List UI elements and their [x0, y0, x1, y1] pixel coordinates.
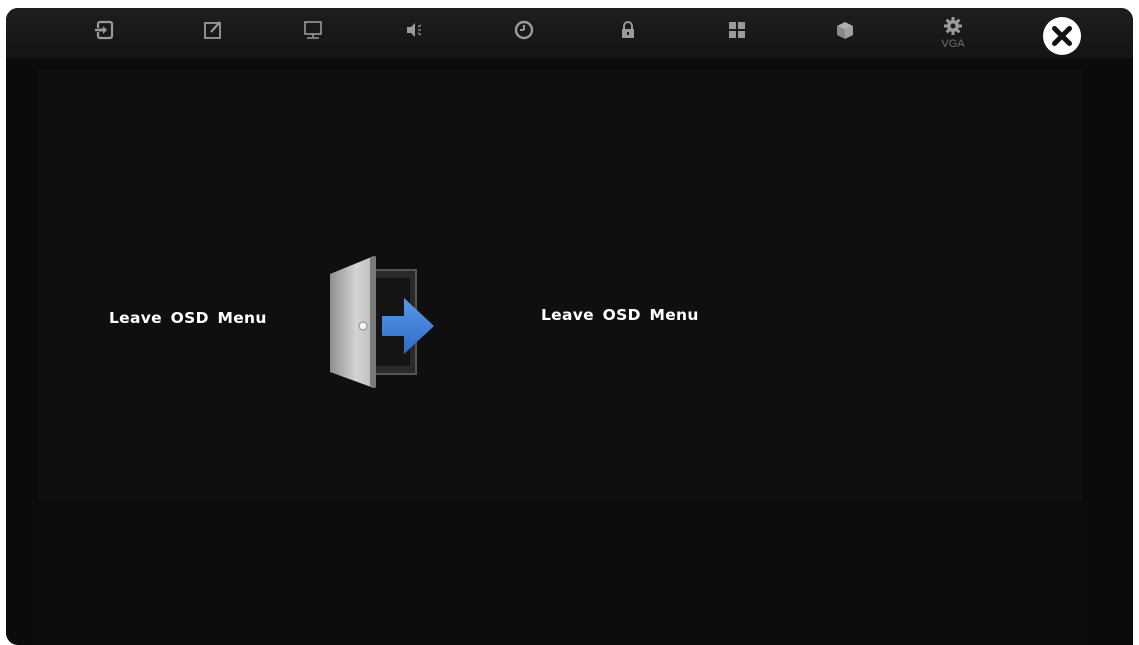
tab-clock[interactable]	[499, 8, 549, 58]
audio-icon	[407, 23, 422, 37]
edit-icon	[204, 21, 221, 39]
box-icon	[837, 22, 853, 39]
tab-audio[interactable]	[389, 8, 439, 58]
exit-door-icon	[322, 256, 434, 388]
grid-icon	[729, 22, 745, 38]
description-text: Leave OSD Menu	[541, 306, 699, 324]
close-icon	[1043, 17, 1081, 55]
tab-display[interactable]	[288, 8, 338, 58]
tab-input-source[interactable]	[79, 8, 129, 58]
tab-settings[interactable]: VGA	[928, 8, 978, 58]
gear-icon	[944, 17, 962, 35]
content-panel-lower	[38, 500, 1083, 645]
content-panel	[38, 70, 1083, 500]
menu-item-leave-osd[interactable]: Leave OSD Menu	[109, 309, 267, 327]
display-icon	[304, 21, 322, 39]
osd-screen: VGA Leave OSD Menu Leave OSD Menu	[6, 8, 1133, 645]
lock-icon	[622, 21, 634, 38]
tab-box[interactable]	[820, 8, 870, 58]
tab-grid[interactable]	[712, 8, 762, 58]
close-button[interactable]	[1042, 16, 1082, 56]
tab-caption-vga: VGA	[941, 38, 965, 50]
tab-lock[interactable]	[603, 8, 653, 58]
top-toolbar: VGA	[6, 8, 1133, 58]
input-source-icon	[94, 20, 114, 40]
clock-icon	[514, 20, 534, 40]
tab-edit[interactable]	[188, 8, 238, 58]
